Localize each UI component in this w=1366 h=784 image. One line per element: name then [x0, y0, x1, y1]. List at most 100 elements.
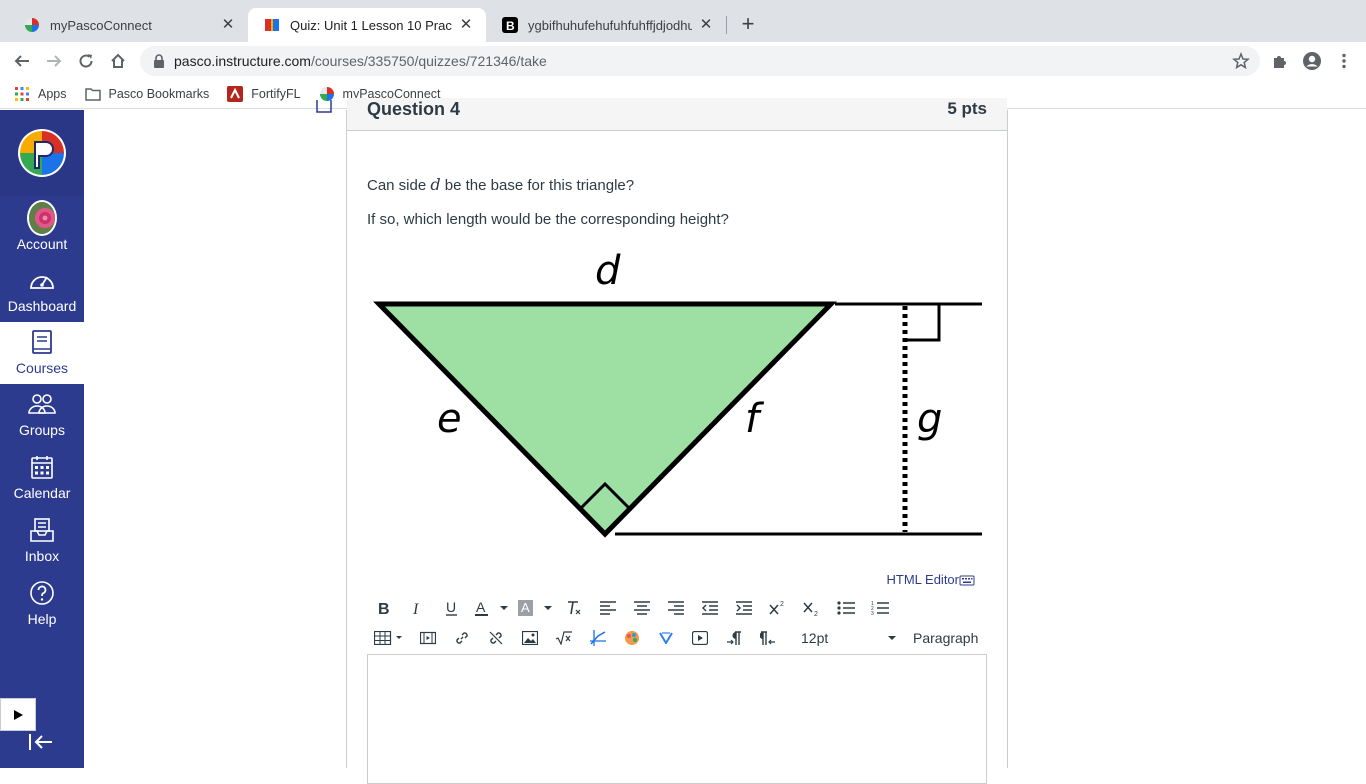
equation-button[interactable]	[547, 624, 581, 652]
underline-button[interactable]: U	[435, 594, 469, 622]
font-size-select[interactable]: 12pt	[791, 624, 901, 652]
text-color-button[interactable]: A	[469, 594, 513, 622]
link-button[interactable]	[445, 624, 479, 652]
collapse-nav-button[interactable]	[26, 730, 56, 754]
clear-formatting-button[interactable]	[557, 594, 591, 622]
bookmark-star-icon[interactable]	[1232, 52, 1250, 70]
svg-text:A: A	[476, 600, 486, 615]
tab-quiz[interactable]: Quiz: Unit 1 Lesson 10 Practice ✕	[248, 8, 486, 42]
tab-brainly[interactable]: B ygbifhuhufehufuhfuhffjdjodhuh ✕	[486, 8, 726, 42]
palette-plugin-icon	[625, 631, 639, 645]
subscript-icon: 2	[803, 602, 818, 616]
url-text: pasco.instructure.com/courses/335750/qui…	[174, 53, 547, 69]
superscript-button[interactable]: 2	[761, 594, 795, 622]
home-button[interactable]	[106, 49, 130, 73]
nav-account[interactable]: Account	[0, 198, 84, 260]
svg-text:B: B	[378, 601, 390, 616]
browser-tab-strip: myPascoConnect ✕ Quiz: Unit 1 Lesson 10 …	[0, 0, 1366, 42]
close-icon[interactable]: ✕	[220, 17, 236, 33]
puzzle-icon	[1274, 56, 1286, 68]
align-right-button[interactable]	[659, 594, 693, 622]
square-root-icon	[555, 631, 572, 645]
bookmark-fortifyfl[interactable]: FortifyFL	[227, 86, 301, 102]
html-editor-link[interactable]: HTML Editor	[887, 572, 975, 587]
forward-button[interactable]	[42, 49, 66, 73]
underline-icon: U	[446, 600, 457, 616]
nav-label: Dashboard	[7, 298, 77, 314]
nav-courses[interactable]: Courses	[0, 322, 84, 384]
svg-text:U: U	[446, 600, 456, 615]
nav-label: Account	[16, 236, 68, 252]
clear-format-icon	[568, 601, 581, 615]
tab-separator	[726, 16, 727, 34]
close-icon[interactable]: ✕	[698, 17, 714, 33]
apps-plugin-button[interactable]	[615, 624, 649, 652]
profile-button[interactable]	[1300, 49, 1324, 73]
text-part: Can side	[367, 177, 431, 194]
new-tab-button[interactable]: +	[736, 13, 760, 37]
indent-button[interactable]	[727, 594, 761, 622]
align-left-button[interactable]	[591, 594, 625, 622]
chevron-down-icon	[888, 636, 896, 640]
lock-icon	[152, 54, 166, 68]
extensions-button[interactable]	[1268, 49, 1292, 73]
nav-dashboard[interactable]: Dashboard	[0, 260, 84, 322]
question-text-line2: If so, which length would be the corresp…	[367, 211, 729, 228]
answer-editor-textarea[interactable]	[367, 654, 987, 784]
italic-button[interactable]: I	[401, 594, 435, 622]
rce-plugin-button[interactable]	[581, 624, 615, 652]
nav-groups[interactable]: Groups	[0, 384, 84, 446]
school-logo[interactable]	[0, 110, 84, 196]
media-button[interactable]	[411, 624, 445, 652]
outdent-button[interactable]	[693, 594, 727, 622]
url-host: pasco.instructure.com	[174, 53, 311, 69]
text-part: be the base for this triangle?	[440, 177, 635, 194]
nav-calendar[interactable]: Calendar	[0, 447, 84, 509]
folder-icon	[84, 86, 101, 102]
address-bar[interactable]: pasco.instructure.com/courses/335750/qui…	[140, 46, 1260, 76]
image-button[interactable]	[513, 624, 547, 652]
label-d: d	[595, 248, 621, 294]
browser-toolbar: pasco.instructure.com/courses/335750/qui…	[0, 42, 1366, 80]
superscript-icon: 2	[769, 601, 784, 615]
table-button[interactable]	[367, 624, 411, 652]
flag-question-icon[interactable]	[316, 100, 332, 114]
html-editor-label: HTML Editor	[886, 572, 959, 587]
align-center-button[interactable]	[625, 594, 659, 622]
block-format-select[interactable]: Paragraph	[913, 630, 978, 646]
bold-button[interactable]: B	[367, 594, 401, 622]
background-color-button[interactable]: A	[513, 594, 557, 622]
inbox-icon	[27, 515, 57, 545]
bullet-list-button[interactable]	[829, 594, 863, 622]
embed-video-button[interactable]	[683, 624, 717, 652]
tab-mypascoconnect[interactable]: myPascoConnect ✕	[8, 8, 248, 42]
numbered-list-button[interactable]: 123	[863, 594, 897, 622]
link-icon	[456, 632, 468, 644]
ltr-direction-button[interactable]	[717, 624, 751, 652]
nav-label: Inbox	[24, 548, 60, 564]
svg-text:B: B	[506, 19, 515, 33]
media-play-button[interactable]	[0, 698, 36, 731]
pasco-logo-icon	[18, 129, 66, 177]
rtl-direction-button[interactable]	[751, 624, 785, 652]
label-f: f	[745, 396, 765, 442]
subscript-button[interactable]: 2	[795, 594, 829, 622]
close-icon[interactable]: ✕	[458, 17, 474, 33]
pasco-favicon	[24, 17, 40, 33]
unlink-icon	[489, 631, 503, 645]
italic-icon: I	[412, 601, 419, 616]
label-e: e	[437, 396, 462, 442]
unlink-button[interactable]	[479, 624, 513, 652]
check-plugin-button[interactable]	[649, 624, 683, 652]
avatar	[27, 200, 57, 236]
right-angle-marker-top	[905, 304, 941, 342]
nav-label: Groups	[19, 422, 65, 438]
back-button[interactable]	[10, 49, 34, 73]
menu-button[interactable]	[1332, 49, 1356, 73]
nav-help[interactable]: Help	[0, 573, 84, 635]
video-icon	[692, 631, 708, 645]
nav-inbox[interactable]: Inbox	[0, 510, 84, 572]
bookmark-pasco-bookmarks[interactable]: Pasco Bookmarks	[84, 86, 209, 102]
bookmark-apps[interactable]: Apps	[14, 86, 67, 102]
reload-button[interactable]	[74, 49, 98, 73]
